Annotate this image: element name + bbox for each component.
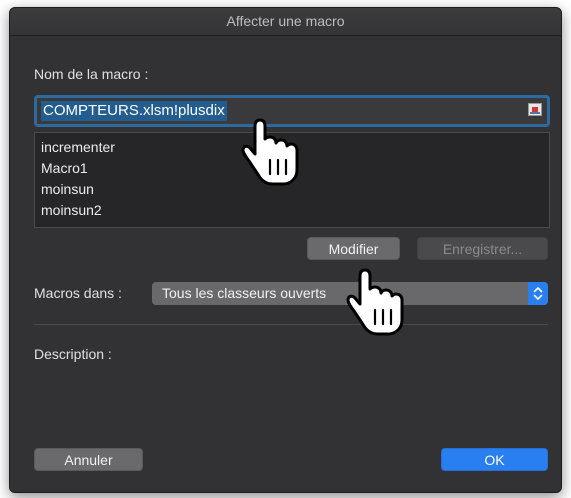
- list-item-moinsun2[interactable]: moinsun2: [35, 200, 549, 220]
- description-label: Description :: [34, 346, 112, 362]
- macros-in-label: Macros dans :: [34, 285, 122, 301]
- macro-name-label: Nom de la macro :: [34, 66, 149, 82]
- ok-button[interactable]: OK: [441, 448, 548, 471]
- dialog-title: Affecter une macro: [10, 8, 561, 36]
- record-button[interactable]: Enregistrer...: [417, 237, 548, 260]
- hand-pointer-icon: [241, 118, 299, 186]
- range-reference-icon[interactable]: [528, 103, 542, 116]
- modify-button[interactable]: Modifier: [307, 237, 400, 260]
- macro-name-value[interactable]: COMPTEURS.xlsm!plusdix: [41, 101, 227, 121]
- divider: [34, 324, 548, 325]
- hand-pointer-icon: [346, 268, 404, 336]
- select-arrows-icon[interactable]: [528, 282, 548, 305]
- cancel-button[interactable]: Annuler: [34, 448, 143, 471]
- assign-macro-dialog: Affecter une macro Nom de la macro : COM…: [9, 7, 562, 493]
- macros-in-value: Tous les classeurs ouverts: [162, 285, 327, 301]
